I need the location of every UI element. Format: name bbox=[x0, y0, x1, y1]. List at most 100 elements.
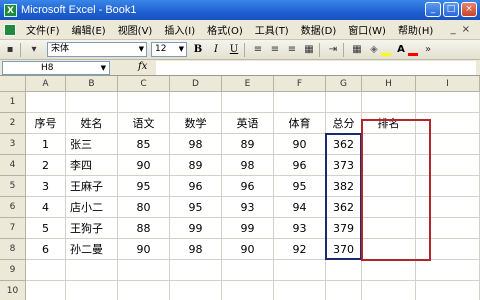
row-header-10[interactable]: 10 bbox=[0, 281, 26, 300]
column-header-e[interactable]: E bbox=[222, 76, 274, 92]
select-all-corner[interactable] bbox=[0, 76, 26, 92]
cell-b2[interactable]: 姓名 bbox=[66, 113, 118, 134]
align-right-icon[interactable]: ≡ bbox=[285, 43, 299, 57]
cell-a8[interactable]: 6 bbox=[26, 239, 66, 260]
minimize-button[interactable]: _ bbox=[425, 2, 441, 17]
cell-g9[interactable] bbox=[326, 260, 362, 281]
cell-g1[interactable] bbox=[326, 92, 362, 113]
cell-e10[interactable] bbox=[222, 281, 274, 300]
fill-color-icon[interactable]: ◈ bbox=[367, 43, 381, 57]
row-header-1[interactable]: 1 bbox=[0, 92, 26, 113]
maximize-button[interactable]: □ bbox=[443, 2, 459, 17]
borders-icon[interactable]: ▦ bbox=[350, 43, 364, 57]
column-header-i[interactable]: I bbox=[416, 76, 480, 92]
row-header-5[interactable]: 5 bbox=[0, 176, 26, 197]
cell-a2[interactable]: 序号 bbox=[26, 113, 66, 134]
cell-f1[interactable] bbox=[274, 92, 326, 113]
menu-edit[interactable]: 编辑(E) bbox=[66, 22, 112, 37]
bold-button[interactable]: B bbox=[191, 43, 205, 57]
name-box[interactable]: H8 ▼ bbox=[2, 61, 110, 75]
cell-d7[interactable]: 99 bbox=[170, 218, 222, 239]
menu-insert[interactable]: 插入(I) bbox=[158, 22, 201, 37]
row-header-9[interactable]: 9 bbox=[0, 260, 26, 281]
cell-e4[interactable]: 98 bbox=[222, 155, 274, 176]
cell-g10[interactable] bbox=[326, 281, 362, 300]
cell-e6[interactable]: 93 bbox=[222, 197, 274, 218]
column-header-d[interactable]: D bbox=[170, 76, 222, 92]
cell-b7[interactable]: 王狗子 bbox=[66, 218, 118, 239]
menu-help[interactable]: 帮助(H) bbox=[392, 22, 439, 37]
cell-d6[interactable]: 95 bbox=[170, 197, 222, 218]
cell-i9[interactable] bbox=[416, 260, 480, 281]
cell-f5[interactable]: 95 bbox=[274, 176, 326, 197]
cell-c9[interactable] bbox=[118, 260, 170, 281]
cell-e8[interactable]: 90 bbox=[222, 239, 274, 260]
cell-c7[interactable]: 88 bbox=[118, 218, 170, 239]
menu-data[interactable]: 数据(D) bbox=[295, 22, 343, 37]
menu-window[interactable]: 窗口(W) bbox=[342, 22, 392, 37]
cell-e1[interactable] bbox=[222, 92, 274, 113]
cell-b3[interactable]: 张三 bbox=[66, 134, 118, 155]
column-header-h[interactable]: H bbox=[362, 76, 416, 92]
save-icon[interactable]: ▪ bbox=[3, 43, 17, 57]
cell-h9[interactable] bbox=[362, 260, 416, 281]
cell-c6[interactable]: 80 bbox=[118, 197, 170, 218]
cell-f8[interactable]: 92 bbox=[274, 239, 326, 260]
cell-f7[interactable]: 93 bbox=[274, 218, 326, 239]
cell-f4[interactable]: 96 bbox=[274, 155, 326, 176]
cell-f6[interactable]: 94 bbox=[274, 197, 326, 218]
cell-f10[interactable] bbox=[274, 281, 326, 300]
cell-c3[interactable]: 85 bbox=[118, 134, 170, 155]
cell-b10[interactable] bbox=[66, 281, 118, 300]
cell-a6[interactable]: 4 bbox=[26, 197, 66, 218]
row-header-4[interactable]: 4 bbox=[0, 155, 26, 176]
cell-d1[interactable] bbox=[170, 92, 222, 113]
cell-a10[interactable] bbox=[26, 281, 66, 300]
menu-tools[interactable]: 工具(T) bbox=[249, 22, 295, 37]
cell-a4[interactable]: 2 bbox=[26, 155, 66, 176]
cell-d3[interactable]: 98 bbox=[170, 134, 222, 155]
workbook-icon[interactable] bbox=[4, 23, 16, 36]
menu-view[interactable]: 视图(V) bbox=[112, 22, 159, 37]
align-center-icon[interactable]: ≡ bbox=[268, 43, 282, 57]
cell-c2[interactable]: 语文 bbox=[118, 113, 170, 134]
cell-c10[interactable] bbox=[118, 281, 170, 300]
cell-e9[interactable] bbox=[222, 260, 274, 281]
cell-e3[interactable]: 89 bbox=[222, 134, 274, 155]
cell-c4[interactable]: 90 bbox=[118, 155, 170, 176]
font-size-select[interactable]: 12 ▼ bbox=[151, 42, 187, 57]
font-color-icon[interactable]: A bbox=[394, 43, 408, 57]
cell-d10[interactable] bbox=[170, 281, 222, 300]
cell-f9[interactable] bbox=[274, 260, 326, 281]
excel-icon[interactable]: X bbox=[4, 3, 17, 17]
menu-format[interactable]: 格式(O) bbox=[201, 22, 249, 37]
cell-b5[interactable]: 王麻子 bbox=[66, 176, 118, 197]
cell-d2[interactable]: 数学 bbox=[170, 113, 222, 134]
underline-button[interactable]: U bbox=[227, 43, 241, 57]
chevron-down-icon[interactable]: ▼ bbox=[101, 62, 106, 74]
row-header-6[interactable]: 6 bbox=[0, 197, 26, 218]
merge-center-icon[interactable]: ▦ bbox=[302, 43, 316, 57]
cell-d5[interactable]: 96 bbox=[170, 176, 222, 197]
italic-button[interactable]: I bbox=[209, 43, 223, 57]
font-name-select[interactable]: 宋体 ▼ bbox=[47, 42, 147, 57]
cell-f3[interactable]: 90 bbox=[274, 134, 326, 155]
chevron-down-icon[interactable]: ▼ bbox=[139, 43, 144, 56]
cell-c8[interactable]: 90 bbox=[118, 239, 170, 260]
cell-e7[interactable]: 99 bbox=[222, 218, 274, 239]
cell-g2[interactable]: 总分 bbox=[326, 113, 362, 134]
column-header-a[interactable]: A bbox=[26, 76, 66, 92]
formula-input[interactable] bbox=[156, 61, 476, 75]
cell-f2[interactable]: 体育 bbox=[274, 113, 326, 134]
row-header-3[interactable]: 3 bbox=[0, 134, 26, 155]
row-header-8[interactable]: 8 bbox=[0, 239, 26, 260]
toolbar-options-icon[interactable]: ▾ bbox=[27, 43, 41, 57]
cell-i10[interactable] bbox=[416, 281, 480, 300]
chevron-down-icon[interactable]: ▼ bbox=[179, 43, 184, 56]
cell-e5[interactable]: 96 bbox=[222, 176, 274, 197]
column-header-f[interactable]: F bbox=[274, 76, 326, 92]
cell-d8[interactable]: 98 bbox=[170, 239, 222, 260]
cell-h10[interactable] bbox=[362, 281, 416, 300]
insert-function-icon[interactable]: fx bbox=[138, 61, 147, 72]
cell-a3[interactable]: 1 bbox=[26, 134, 66, 155]
